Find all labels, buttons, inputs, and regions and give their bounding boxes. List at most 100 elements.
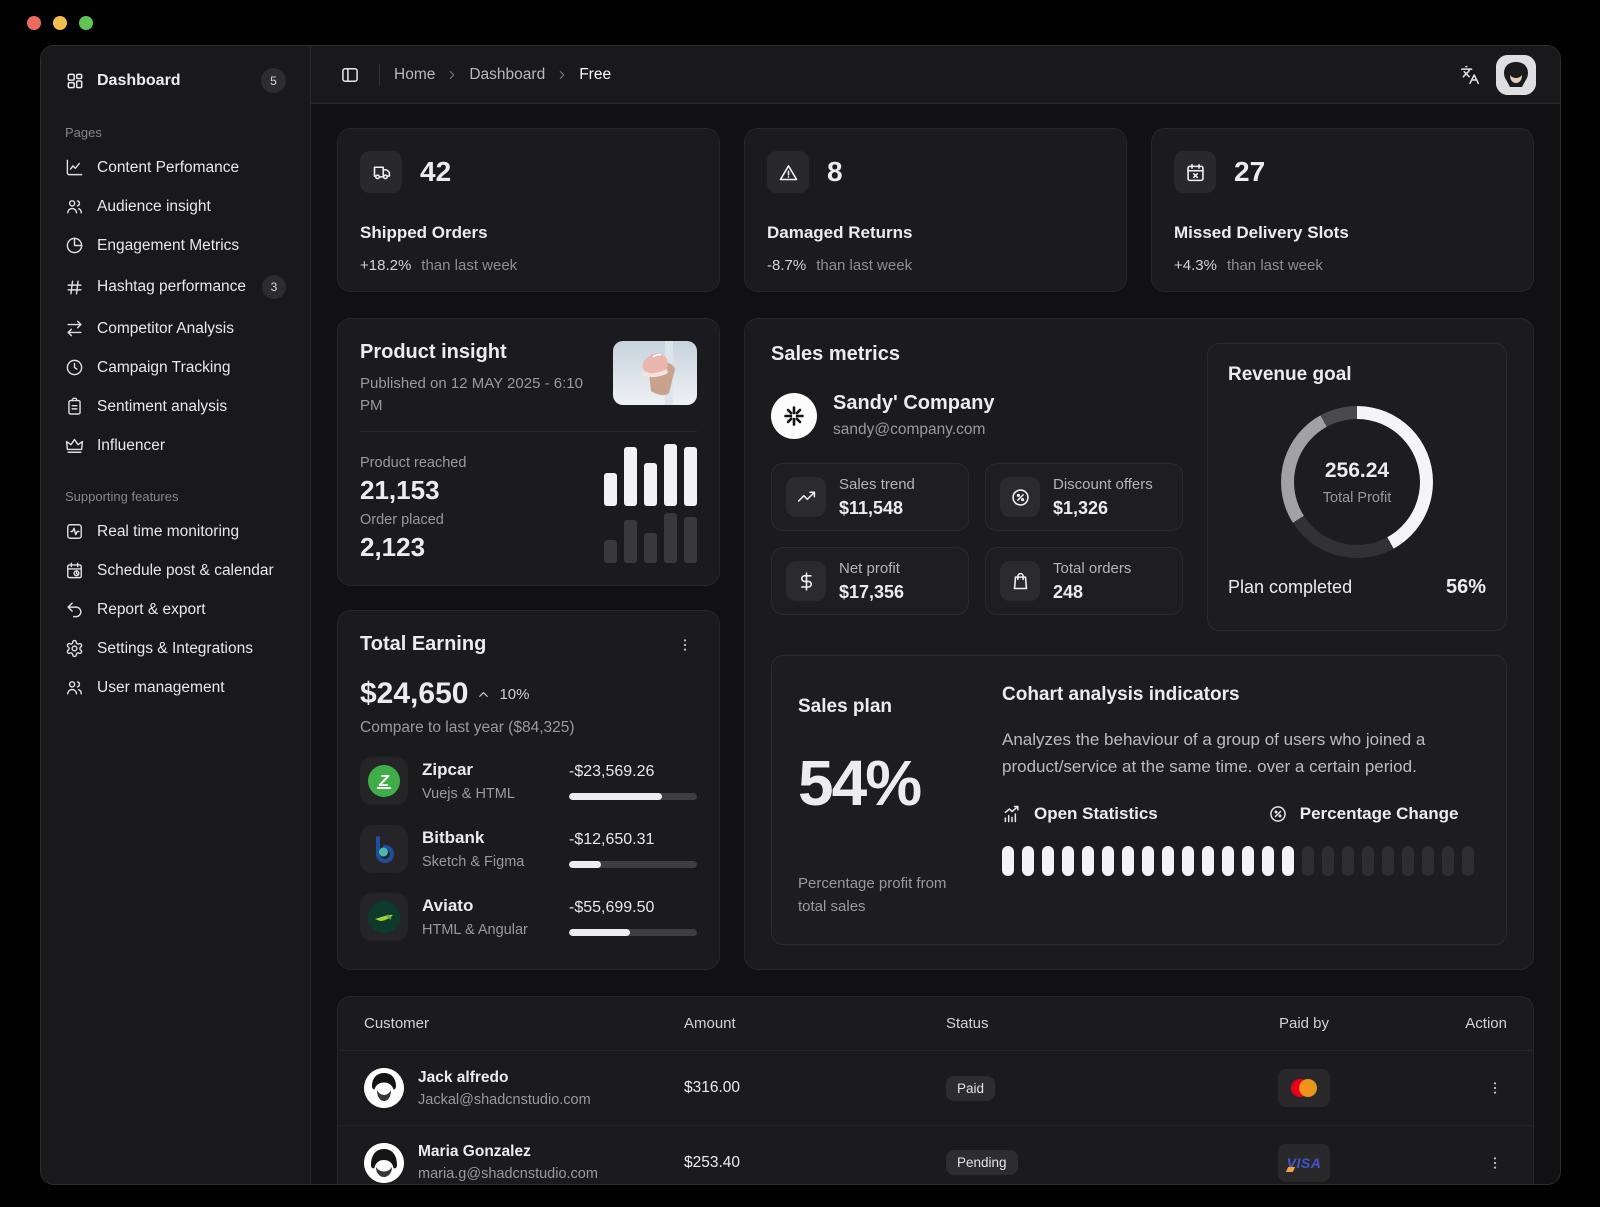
sales-plan-card: Sales plan 54% Percentage profit from to… (771, 655, 1507, 945)
hash-icon (65, 278, 84, 297)
donut-center-value: 256.24 (1325, 459, 1389, 483)
sidebar-item-label: Schedule post & calendar (97, 562, 274, 580)
kebab-menu-icon (1487, 1155, 1503, 1171)
window-controls (27, 16, 93, 30)
tile-label: Total orders (1053, 560, 1131, 577)
customer-email: Jackal@shadcnstudio.com (418, 1092, 591, 1108)
company-avatar-spark-icon (771, 393, 817, 439)
alert-triangle-icon (767, 151, 809, 193)
sidebar-item-dashboard[interactable]: Dashboard 5 (55, 60, 296, 101)
breadcrumb-home[interactable]: Home (394, 66, 435, 84)
product-insight-card: Product insight Published on 12 MAY 2025… (337, 318, 720, 586)
breadcrumb-dashboard[interactable]: Dashboard (469, 66, 545, 84)
sidebar-item-competitor-analysis[interactable]: Competitor Analysis (55, 309, 296, 348)
user-avatar[interactable] (1496, 55, 1536, 95)
total-earning-menu-button[interactable] (673, 633, 697, 657)
cohort-pill-bar (1002, 846, 1480, 876)
stat-label: Damaged Returns (767, 223, 1104, 243)
stat-card-missed-delivery: 27 Missed Delivery Slots +4.3%than last … (1151, 128, 1534, 292)
sidebar-item-schedule-post-calendar[interactable]: Schedule post & calendar (55, 551, 296, 590)
stat-card-shipped-orders: 42 Shipped Orders +18.2%than last week (337, 128, 720, 292)
sidebar-item-sentiment-analysis[interactable]: Sentiment analysis (55, 387, 296, 426)
sidebar-item-label: Report & export (97, 601, 206, 619)
total-earning-compare: Compare to last year ($84,325) (360, 719, 697, 737)
tile-value: $17,356 (839, 582, 904, 603)
earning-stack: HTML & Angular (422, 922, 555, 938)
sidebar-section-pages: Pages (65, 125, 286, 140)
stat-label: Missed Delivery Slots (1174, 223, 1511, 243)
total-earning-title: Total Earning (360, 633, 486, 656)
earning-stack: Sketch & Figma (422, 854, 555, 870)
breadcrumb: Home Dashboard Free (394, 66, 611, 84)
sales-plan-title: Sales plan (798, 696, 966, 718)
stats-row: 42 Shipped Orders +18.2%than last week 8… (337, 128, 1534, 292)
stat-value: 8 (827, 156, 843, 188)
sidebar-item-label: Influencer (97, 437, 165, 455)
kebab-menu-icon (677, 637, 693, 653)
sidebar-item-campaign-tracking[interactable]: Campaign Tracking (55, 348, 296, 387)
table-row[interactable]: Maria Gonzalez maria.g@shadcnstudio.com … (338, 1125, 1533, 1184)
customer-email: maria.g@shadcnstudio.com (418, 1166, 598, 1182)
company-name: Sandy' Company (833, 392, 994, 415)
sidebar-item-user-management[interactable]: User management (55, 668, 296, 707)
legend-open-statistics: Open Statistics (1002, 804, 1158, 824)
square-activity-icon (65, 522, 84, 541)
row-action-menu-button[interactable] (1483, 1076, 1507, 1100)
tile-label: Net profit (839, 560, 904, 577)
sales-metrics-title: Sales metrics (771, 343, 1183, 366)
sidebar-item-settings-integrations[interactable]: Settings & Integrations (55, 629, 296, 668)
row-action-menu-button[interactable] (1483, 1151, 1507, 1175)
topbar: Home Dashboard Free (311, 46, 1560, 104)
stat-delta: +18.2%than last week (360, 257, 697, 274)
users-icon (65, 197, 84, 216)
revenue-goal-donut-chart: 256.24 Total Profit (1281, 406, 1433, 558)
row-amount: $316.00 (684, 1079, 946, 1097)
bitbank-logo-icon (360, 825, 408, 873)
placed-bar-chart (604, 513, 697, 563)
total-earning-value: $24,650 (360, 677, 468, 711)
sidebar-item-engagement-metrics[interactable]: Engagement Metrics (55, 226, 296, 265)
company-email: sandy@company.com (833, 421, 994, 439)
zoom-window-button[interactable] (79, 16, 93, 30)
arrows-right-left-icon (65, 319, 84, 338)
sidebar-item-hashtag-performance[interactable]: Hashtag performance 3 (55, 265, 296, 309)
stat-card-damaged-returns: 8 Damaged Returns -8.7%than last week (744, 128, 1127, 292)
sidebar-item-label: Engagement Metrics (97, 237, 239, 255)
status-badge: Pending (946, 1150, 1018, 1175)
product-insight-title: Product insight (360, 341, 585, 364)
calendar-x-icon (1174, 151, 1216, 193)
tile-value: $11,548 (839, 498, 915, 519)
earning-progress (569, 793, 697, 800)
sidebar-toggle-button[interactable] (335, 60, 365, 90)
breadcrumb-current: Free (579, 66, 611, 84)
sidebar-item-label: Competitor Analysis (97, 320, 234, 338)
sidebar-item-audience-insight[interactable]: Audience insight (55, 187, 296, 226)
dashboard-content: 42 Shipped Orders +18.2%than last week 8… (311, 104, 1560, 1184)
stat-value: 42 (420, 156, 451, 188)
stats-bars-icon (1002, 804, 1022, 824)
table-row[interactable]: Jack alfredo Jackal@shadcnstudio.com $31… (338, 1051, 1533, 1125)
dollar-sign-icon (786, 561, 826, 601)
users-icon (65, 678, 84, 697)
sidebar-item-influencer[interactable]: Influencer (55, 426, 296, 465)
close-window-button[interactable] (27, 16, 41, 30)
tile-label: Sales trend (839, 476, 915, 493)
sidebar-item-content-performance[interactable]: Content Perfomance (55, 148, 296, 187)
tile-total-orders: Total orders248 (985, 547, 1183, 615)
earning-amount: -$23,569.26 (569, 763, 697, 781)
sidebar-section-supporting: Supporting features (65, 489, 286, 504)
zipcar-logo-icon: Z (360, 757, 408, 805)
chevron-right-icon (445, 68, 459, 82)
minimize-window-button[interactable] (53, 16, 67, 30)
earning-amount: -$55,699.50 (569, 899, 697, 917)
reached-label: Product reached (360, 455, 466, 471)
customer-avatar (364, 1143, 404, 1183)
sidebar-item-real-time-monitoring[interactable]: Real time monitoring (55, 512, 296, 551)
language-button[interactable] (1460, 65, 1480, 85)
undo-arrow-icon (65, 600, 84, 619)
topbar-divider (379, 64, 380, 86)
clock-icon (65, 358, 84, 377)
panel-left-icon (340, 65, 360, 85)
dashboard-grid-icon (65, 71, 85, 91)
sidebar-item-report-export[interactable]: Report & export (55, 590, 296, 629)
